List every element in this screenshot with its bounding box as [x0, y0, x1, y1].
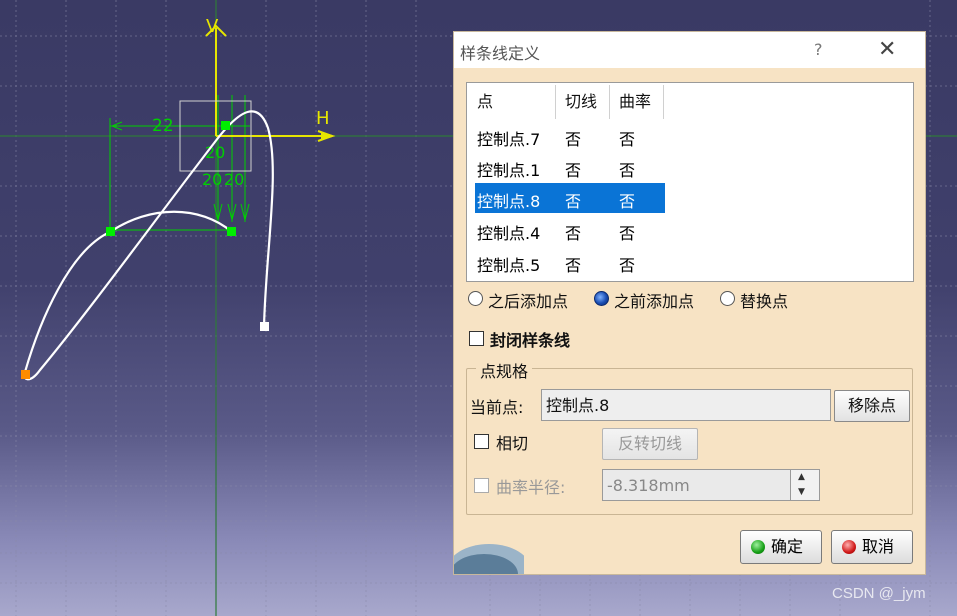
- radio-after-label[interactable]: 之后添加点: [488, 288, 568, 312]
- reverse-tangent-button[interactable]: 反转切线: [602, 428, 698, 460]
- radio-before[interactable]: [594, 291, 609, 306]
- row-curvature: 否: [619, 130, 636, 149]
- row-point: 控制点.8: [477, 192, 541, 211]
- cancel-button[interactable]: 取消: [831, 530, 913, 564]
- column-header-point[interactable]: 点: [477, 83, 493, 121]
- row-point: 控制点.7: [477, 130, 541, 149]
- row-curvature: 否: [619, 192, 636, 211]
- watermark: CSDN @_jym: [832, 585, 926, 602]
- dimension-22[interactable]: 22: [152, 116, 174, 136]
- current-point-label: 当前点:: [470, 398, 524, 417]
- cancel-icon: [842, 540, 856, 554]
- column-divider: [663, 85, 664, 119]
- row-curvature: 否: [619, 224, 636, 243]
- column-divider: [555, 85, 556, 119]
- remove-point-button[interactable]: 移除点: [834, 390, 910, 422]
- curvature-radius-field[interactable]: -8.318mm: [602, 469, 792, 501]
- control-point[interactable]: [227, 227, 236, 236]
- point-list[interactable]: 点 切线 曲率 控制点.7 否 否 控制点.1 否 否 控制点.8 否 否 控制…: [466, 82, 914, 282]
- ok-button[interactable]: 确定: [740, 530, 822, 564]
- radio-after[interactable]: [468, 291, 483, 306]
- curvature-radius-spinner[interactable]: ▲ ▼: [790, 469, 820, 501]
- row-tangent: 否: [565, 224, 582, 243]
- curvature-radius-label: 曲率半径:: [496, 478, 566, 497]
- dialog-title: 样条线定义: [460, 44, 541, 63]
- axis-h-label: H: [316, 108, 330, 129]
- radio-replace[interactable]: [720, 291, 735, 306]
- control-point[interactable]: [106, 227, 115, 236]
- spline-definition-dialog: 样条线定义 ? ✕ 点 切线 曲率 控制点.7 否 否 控制点.1 否 否 控制…: [454, 32, 925, 574]
- globe-decoration-icon: [454, 544, 524, 574]
- point-list-header: 点 切线 曲率: [467, 83, 913, 121]
- help-icon[interactable]: ?: [814, 40, 823, 59]
- control-point[interactable]: [221, 121, 230, 130]
- row-curvature: 否: [619, 161, 636, 180]
- spin-up-icon[interactable]: ▲: [798, 472, 805, 482]
- axis-v-label: V: [206, 16, 219, 37]
- radio-replace-label[interactable]: 替换点: [740, 288, 788, 312]
- tangent-label[interactable]: 相切: [496, 430, 528, 454]
- row-tangent: 否: [565, 130, 582, 149]
- dialog-titlebar[interactable]: 样条线定义 ? ✕: [454, 32, 925, 68]
- ok-icon: [751, 540, 765, 554]
- row-tangent: 否: [565, 256, 582, 275]
- current-point-field[interactable]: 控制点.8: [541, 389, 831, 421]
- list-row[interactable]: 控制点.5 否 否: [475, 247, 665, 277]
- list-row[interactable]: 控制点.1 否 否: [475, 152, 665, 182]
- row-tangent: 否: [565, 192, 582, 211]
- close-icon[interactable]: ✕: [878, 37, 896, 62]
- row-point: 控制点.1: [477, 161, 541, 180]
- cancel-label: 取消: [862, 537, 895, 556]
- dimension-20-a[interactable]: 20: [202, 170, 222, 189]
- close-spline-checkbox[interactable]: [469, 331, 484, 346]
- tangent-checkbox[interactable]: [474, 434, 489, 449]
- column-divider: [609, 85, 610, 119]
- list-row[interactable]: 控制点.4 否 否: [475, 215, 665, 245]
- column-header-tangent[interactable]: 切线: [565, 83, 597, 121]
- column-header-curvature[interactable]: 曲率: [619, 83, 651, 121]
- control-point-selected[interactable]: [21, 370, 30, 379]
- list-row[interactable]: 控制点.7 否 否: [475, 121, 665, 151]
- close-spline-label[interactable]: 封闭样条线: [490, 327, 570, 351]
- list-row-selected[interactable]: 控制点.8 否 否: [475, 183, 665, 213]
- radio-before-label[interactable]: 之前添加点: [614, 288, 694, 312]
- row-point: 控制点.4: [477, 224, 541, 243]
- control-point[interactable]: [260, 322, 269, 331]
- spin-down-icon[interactable]: ▼: [798, 487, 805, 497]
- row-tangent: 否: [565, 161, 582, 180]
- dimension-20-b[interactable]: 20: [224, 170, 244, 189]
- row-curvature: 否: [619, 256, 636, 275]
- point-spec-legend: 点规格: [476, 358, 533, 382]
- row-point: 控制点.5: [477, 256, 541, 275]
- ok-label: 确定: [771, 537, 804, 556]
- curvature-radius-checkbox[interactable]: [474, 478, 489, 493]
- spline-curve[interactable]: [23, 110, 274, 381]
